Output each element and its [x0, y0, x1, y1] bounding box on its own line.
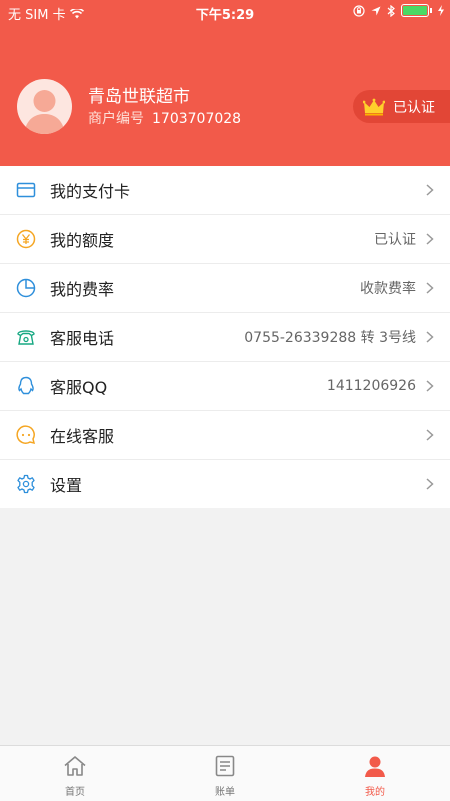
chevron-right-icon — [426, 429, 434, 441]
card-icon — [16, 182, 36, 198]
chat-icon — [16, 425, 36, 445]
menu-item-qq[interactable]: 客服QQ 1411206926 — [0, 362, 450, 411]
menu-list: 我的支付卡 我的额度 已认证 我的费率 收款费率 客服电话 0755-26339… — [0, 166, 450, 508]
gear-icon — [17, 474, 35, 494]
status-bar: 无 SIM 卡 下午5:29 — [0, 0, 450, 24]
menu-item-value: 0755-26339288 转 3号线 — [244, 330, 416, 346]
rotation-lock-icon — [353, 4, 365, 17]
merchant-id-value: 1703707028 — [152, 111, 242, 127]
menu-item-label: 我的额度 — [50, 231, 115, 250]
merchant-id-label: 商户编号 — [88, 111, 144, 127]
menu-item-settings[interactable]: 设置 — [0, 460, 450, 508]
tab-label: 账单 — [215, 787, 235, 798]
chevron-right-icon — [426, 478, 434, 490]
menu-item-label: 我的费率 — [50, 280, 115, 299]
menu-item-hotline[interactable]: 客服电话 0755-26339288 转 3号线 — [0, 313, 450, 362]
menu-item-online-service[interactable]: 在线客服 — [0, 411, 450, 460]
chevron-right-icon — [426, 282, 434, 294]
clock-pie-icon — [16, 278, 36, 298]
chevron-right-icon — [426, 380, 434, 392]
charging-icon — [438, 5, 444, 16]
menu-item-value: 1411206926 — [326, 378, 416, 394]
home-icon — [64, 756, 86, 776]
merchant-name: 青岛世联超市 — [88, 87, 190, 107]
menu-item-value: 已认证 — [374, 232, 416, 248]
tab-label: 首页 — [65, 787, 85, 798]
menu-item-label: 客服电话 — [50, 329, 115, 348]
profile-header: 无 SIM 卡 下午5:29 青岛世联超市 商户编号 1703707028 已认… — [0, 0, 450, 166]
menu-item-label: 设置 — [50, 476, 83, 495]
verified-label: 已认证 — [393, 99, 435, 116]
tab-bill[interactable]: 账单 — [150, 746, 300, 801]
location-icon — [371, 6, 381, 15]
qq-icon — [18, 376, 34, 395]
crown-icon — [363, 98, 385, 115]
menu-item-label: 客服QQ — [50, 378, 108, 397]
chevron-right-icon — [426, 331, 434, 343]
profile-icon — [365, 756, 385, 777]
tab-label: 我的 — [365, 787, 385, 798]
menu-item-payment-card[interactable]: 我的支付卡 — [0, 166, 450, 215]
phone-icon — [17, 330, 35, 345]
menu-item-value: 收款费率 — [360, 281, 416, 297]
merchant-id-row: 商户编号 1703707028 — [88, 108, 241, 128]
tab-home[interactable]: 首页 — [0, 746, 150, 801]
menu-item-rate[interactable]: 我的费率 收款费率 — [0, 264, 450, 313]
yen-icon — [16, 229, 36, 249]
menu-item-label: 我的支付卡 — [50, 182, 131, 201]
tab-bar: 首页 账单 我的 — [0, 745, 450, 801]
battery-icon — [401, 4, 429, 17]
tab-mine[interactable]: 我的 — [300, 746, 450, 801]
menu-item-credit-limit[interactable]: 我的额度 已认证 — [0, 215, 450, 264]
user-avatar-icon[interactable] — [17, 79, 72, 134]
chevron-right-icon — [426, 184, 434, 196]
verified-badge[interactable]: 已认证 — [353, 90, 450, 123]
menu-item-label: 在线客服 — [50, 427, 115, 446]
bill-icon — [215, 755, 235, 777]
chevron-right-icon — [426, 233, 434, 245]
bluetooth-icon — [387, 4, 395, 17]
